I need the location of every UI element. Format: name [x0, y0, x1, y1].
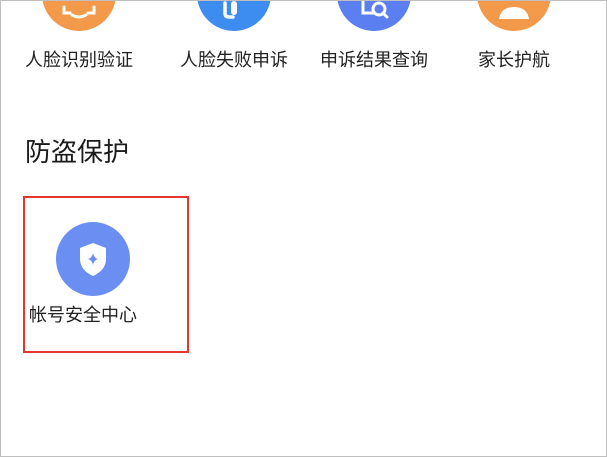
- appeal-result-shortcut[interactable]: 申诉结果查询: [304, 1, 444, 81]
- account-security-label: 帐号安全中心: [29, 305, 137, 326]
- face-appeal-shortcut[interactable]: 人脸失败申诉: [164, 1, 304, 81]
- section-title: 防盗保护: [25, 138, 130, 168]
- parent-icon: [477, 1, 551, 31]
- parent-guard-shortcut[interactable]: 家长护航: [444, 1, 584, 81]
- face-verify-shortcut[interactable]: 人脸识别验证: [9, 1, 149, 81]
- document-search-icon: [337, 1, 411, 31]
- face-verify-label: 人脸识别验证: [25, 50, 133, 71]
- headset-icon: [197, 1, 271, 31]
- face-scan-icon: [42, 1, 116, 31]
- parent-guard-label: 家长护航: [478, 50, 550, 71]
- account-security-center-button[interactable]: 帐号安全中心: [25, 198, 187, 348]
- face-appeal-label: 人脸失败申诉: [180, 50, 288, 71]
- appeal-result-label: 申诉结果查询: [320, 50, 428, 71]
- shield-star-icon: [56, 222, 130, 296]
- app-screen: 人脸识别验证 人脸失败申诉 申诉结果查询 家长护航 防盗保护 帐号安全中心: [0, 0, 607, 457]
